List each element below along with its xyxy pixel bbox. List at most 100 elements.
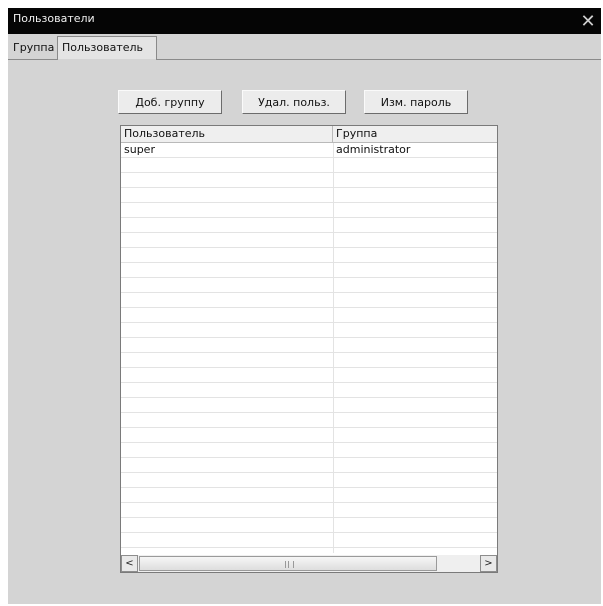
empty-row <box>121 233 497 248</box>
empty-row <box>121 158 497 173</box>
tab-user[interactable]: Пользователь <box>57 36 157 61</box>
empty-row <box>121 293 497 308</box>
empty-row <box>121 503 497 518</box>
scroll-left-icon[interactable]: < <box>121 555 138 572</box>
column-header-group[interactable]: Группа <box>333 126 497 142</box>
cell-user <box>121 173 333 187</box>
empty-row <box>121 323 497 338</box>
add-group-button[interactable]: Доб. группу <box>118 90 222 114</box>
cell-group <box>333 218 496 232</box>
cell-group <box>333 263 496 277</box>
cell-group <box>333 278 496 292</box>
empty-row <box>121 413 497 428</box>
cell-user <box>121 428 333 442</box>
cell-group <box>333 413 496 427</box>
empty-row <box>121 518 497 533</box>
cell-group <box>333 203 496 217</box>
cell-group <box>333 338 496 352</box>
empty-row <box>121 173 497 188</box>
empty-row <box>121 443 497 458</box>
cell-user <box>121 233 333 247</box>
cell-group <box>333 173 496 187</box>
change-password-button[interactable]: Изм. пароль <box>364 90 468 114</box>
cell-user <box>121 188 333 202</box>
window-title: Пользователи <box>13 12 95 25</box>
cell-user <box>121 473 333 487</box>
title-bar[interactable]: Пользователи ✕ <box>8 8 601 34</box>
empty-row <box>121 338 497 353</box>
grip-icon <box>285 561 294 568</box>
cell-user <box>121 518 333 532</box>
tab-group[interactable]: Группа <box>10 38 57 58</box>
cell-user <box>121 368 333 382</box>
cell-user <box>121 293 333 307</box>
cell-user <box>121 248 333 262</box>
cell-group <box>333 248 496 262</box>
cell-group <box>333 353 496 367</box>
cell-group: administrator <box>336 143 411 156</box>
cell-user <box>121 443 333 457</box>
cell-group <box>333 158 496 172</box>
cell-user <box>121 503 333 517</box>
empty-row <box>121 308 497 323</box>
cell-user <box>121 323 333 337</box>
empty-row <box>121 473 497 488</box>
empty-row <box>121 278 497 293</box>
scrollbar-thumb[interactable] <box>139 556 437 571</box>
empty-row <box>121 458 497 473</box>
cell-user <box>121 533 333 547</box>
cell-group <box>333 503 496 517</box>
empty-row <box>121 188 497 203</box>
cell-user <box>121 353 333 367</box>
close-icon[interactable]: ✕ <box>575 8 601 34</box>
empty-row <box>121 398 497 413</box>
empty-row <box>121 218 497 233</box>
cell-group <box>333 488 496 502</box>
cell-group <box>333 323 496 337</box>
empty-row <box>121 428 497 443</box>
empty-row <box>121 353 497 368</box>
cell-group <box>333 293 496 307</box>
cell-user <box>121 203 333 217</box>
users-dialog: Пользователи ✕ Группа Пользователь Доб. … <box>8 8 601 604</box>
cell-group <box>333 473 496 487</box>
empty-row <box>121 203 497 218</box>
empty-row <box>121 533 497 548</box>
scroll-right-icon[interactable]: > <box>480 555 497 572</box>
tab-strip: Группа Пользователь <box>8 34 601 61</box>
table-row[interactable]: super administrator <box>121 143 497 158</box>
cell-group <box>333 233 496 247</box>
cell-user <box>121 158 333 172</box>
cell-user <box>121 383 333 397</box>
cell-user <box>121 488 333 502</box>
cell-user <box>121 338 333 352</box>
empty-row <box>121 263 497 278</box>
cell-user <box>121 278 333 292</box>
cell-user <box>121 458 333 472</box>
cell-group <box>333 368 496 382</box>
users-table[interactable]: Пользователь Группа super administrator <… <box>120 125 498 573</box>
cell-group <box>333 398 496 412</box>
cell-user <box>121 413 333 427</box>
empty-row <box>121 383 497 398</box>
cell-user <box>121 218 333 232</box>
empty-row <box>121 248 497 263</box>
cell-user: super <box>124 143 155 156</box>
column-header-user[interactable]: Пользователь <box>121 126 333 142</box>
cell-user <box>121 263 333 277</box>
horizontal-scrollbar[interactable]: < > <box>121 555 497 572</box>
cell-group <box>333 308 496 322</box>
cell-group <box>333 458 496 472</box>
table-header: Пользователь Группа <box>121 126 497 143</box>
delete-user-button[interactable]: Удал. польз. <box>242 90 346 114</box>
cell-group <box>333 533 496 547</box>
cell-group <box>333 383 496 397</box>
cell-group <box>333 188 496 202</box>
cell-group <box>333 518 496 532</box>
cell-user <box>121 398 333 412</box>
cell-group <box>333 443 496 457</box>
cell-user <box>121 308 333 322</box>
table-body: super administrator <box>121 143 497 553</box>
cell-group <box>333 428 496 442</box>
empty-row <box>121 488 497 503</box>
